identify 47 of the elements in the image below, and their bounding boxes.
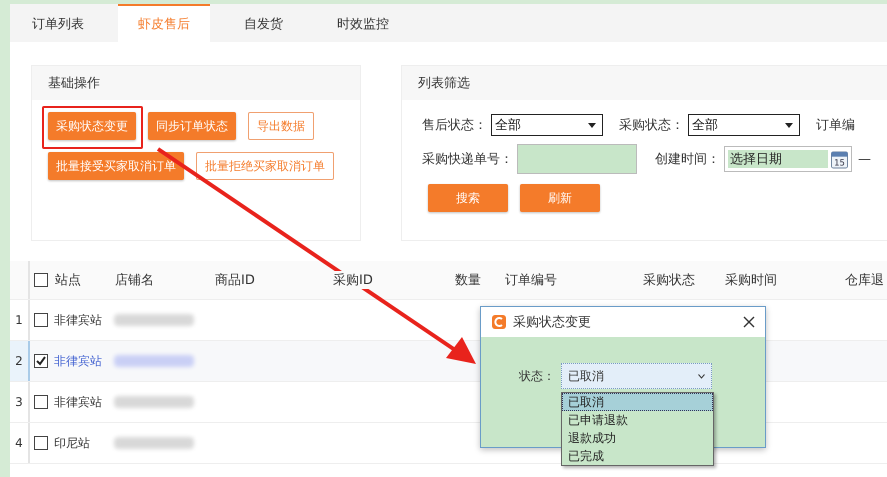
app-icon <box>491 314 507 330</box>
column-header[interactable]: 店铺名 <box>114 271 155 289</box>
panel-title: 列表筛选 <box>402 66 887 100</box>
column-header[interactable]: 数量 <box>454 271 482 289</box>
dialog-title: 采购状态变更 <box>513 314 591 331</box>
column-header[interactable]: 采购时间 <box>724 271 778 289</box>
dropdown-option[interactable]: 已取消 <box>562 393 713 411</box>
column-header[interactable]: 采购ID <box>332 271 374 289</box>
tab[interactable]: 自发货 <box>224 4 303 42</box>
field-label: 订单编 <box>816 117 855 134</box>
row-number: 2 <box>10 341 30 381</box>
checkbox[interactable] <box>34 313 48 327</box>
dropdown-field[interactable]: 全部 <box>688 114 800 136</box>
row-number: 3 <box>10 382 30 422</box>
chevron-icon <box>698 374 705 378</box>
calendar-icon[interactable]: 15 <box>831 150 848 168</box>
field-label: 采购状态： <box>619 117 684 134</box>
close-icon[interactable] <box>743 316 755 328</box>
checkbox[interactable] <box>34 395 48 409</box>
tab[interactable]: 订单列表 <box>12 4 104 42</box>
dropdown-option[interactable]: 退款成功 <box>562 429 713 447</box>
table-cell: 印尼站 <box>54 434 90 452</box>
caret-icon <box>785 122 793 128</box>
range-separator: — <box>858 152 871 166</box>
date-field[interactable]: 选择日期 15 <box>724 146 852 172</box>
checkbox[interactable] <box>34 436 48 450</box>
field-label: 创建时间： <box>655 151 720 168</box>
column-header[interactable]: 站点 <box>54 271 82 289</box>
tab[interactable]: 时效监控 <box>317 4 409 42</box>
column-header[interactable]: 订单编号 <box>504 271 558 289</box>
caret-icon <box>588 122 596 128</box>
panel-title: 基础操作 <box>32 66 360 100</box>
table-cell: 非律宾站 <box>54 394 102 410</box>
field-label: 采购快递单号： <box>422 151 513 168</box>
table-cell: 非律宾站 <box>54 312 102 328</box>
column-header[interactable]: 采购状态 <box>642 271 696 289</box>
input-field[interactable] <box>517 144 637 174</box>
column-header[interactable]: 商品ID <box>214 271 256 289</box>
field-label: 售后状态： <box>422 117 487 134</box>
dropdown-field[interactable]: 已取消 <box>561 363 712 389</box>
dropdown-field[interactable]: 全部 <box>491 114 603 136</box>
row-number: 4 <box>10 423 30 463</box>
checkbox[interactable] <box>34 273 48 287</box>
field-label: 状态： <box>519 368 556 384</box>
checkbox[interactable] <box>34 354 48 368</box>
table-cell: 非律宾站 <box>54 352 102 370</box>
dropdown-option[interactable]: 已完成 <box>562 447 713 465</box>
